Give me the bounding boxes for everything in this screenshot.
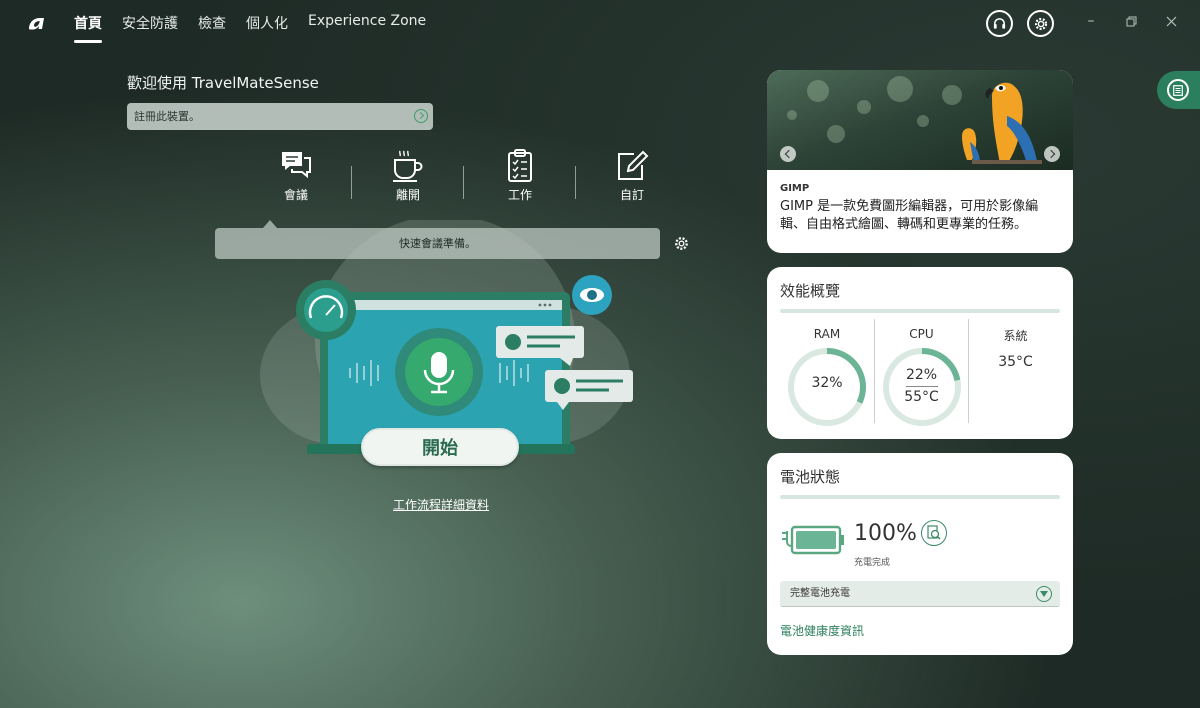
gimp-banner-image <box>767 70 1073 170</box>
parrot-illustration <box>962 82 1042 164</box>
window-controls: – <box>1084 14 1178 28</box>
gimp-promo-card: GIMP GIMP 是一款免費圖形編輯器，可用於影像編輯、自由格式繪圖、轉碼和更… <box>767 70 1073 253</box>
cpu-column: CPU 22% 55°C <box>874 319 968 426</box>
close-icon[interactable] <box>1164 14 1178 28</box>
ram-label: RAM <box>813 327 841 341</box>
register-device-bar[interactable]: 註冊此裝置。 <box>127 103 433 130</box>
app-logo <box>29 18 44 30</box>
performance-card: 效能概覽 RAM 32% CPU 22% 55°C 系統 35°C <box>767 267 1073 439</box>
coffee-cup-icon <box>393 150 423 182</box>
system-temp: 35°C <box>998 354 1033 370</box>
workflow-details-link[interactable]: 工作流程詳細資料 <box>393 496 489 513</box>
carousel-prev-button[interactable] <box>780 146 796 162</box>
start-button[interactable]: 開始 <box>361 428 519 466</box>
nav-personalize[interactable]: 個人化 <box>246 13 288 43</box>
mode-label: 離開 <box>395 188 420 202</box>
mode-selector: 會議 離開 工作 自訂 <box>240 148 688 203</box>
cpu-temp: 55°C <box>904 389 939 405</box>
minimize-icon[interactable]: – <box>1084 14 1098 28</box>
ram-column: RAM 32% <box>780 319 874 426</box>
top-actions <box>986 10 1054 37</box>
system-column: 系統 35°C <box>968 319 1062 423</box>
charge-mode-select[interactable]: 完整電池充電 <box>780 581 1060 607</box>
arrow-right-icon[interactable] <box>414 109 428 123</box>
battery-card: 電池狀態 100% 充電完成 完整電池充電 電池健康度資訊 <box>767 453 1073 655</box>
gear-icon[interactable] <box>1027 10 1054 37</box>
headset-icon[interactable] <box>986 10 1013 37</box>
nav-experience-zone[interactable]: Experience Zone <box>308 13 426 43</box>
main-nav: 首頁 安全防護 檢查 個人化 Experience Zone <box>74 13 426 43</box>
app-name: GIMP <box>780 183 810 194</box>
battery-health-link[interactable]: 電池健康度資訊 <box>780 622 1073 639</box>
settings-gear-icon[interactable] <box>674 236 689 251</box>
mode-label: 會議 <box>283 188 308 202</box>
mode-away[interactable]: 離開 <box>351 148 464 203</box>
ram-gauge: 32% <box>787 347 867 427</box>
side-panel-button[interactable] <box>1157 71 1200 109</box>
mode-label: 自訂 <box>619 188 644 202</box>
battery-title: 電池狀態 <box>780 468 841 486</box>
carousel-next-button[interactable] <box>1044 146 1060 162</box>
chat-bubbles-icon <box>282 152 311 179</box>
clipboard-checklist-icon <box>508 149 532 182</box>
system-label: 系統 <box>1003 329 1028 343</box>
quick-meeting-bar: 快速會議準備。 <box>215 220 660 259</box>
chevron-down-icon[interactable] <box>1036 586 1052 602</box>
ram-percent: 32% <box>811 375 843 391</box>
restore-icon[interactable] <box>1124 14 1138 28</box>
nav-home[interactable]: 首頁 <box>74 13 102 43</box>
performance-title: 效能概覽 <box>780 282 841 300</box>
battery-percent: 100% <box>854 521 917 546</box>
mode-work[interactable]: 工作 <box>463 148 576 203</box>
register-device-text: 註冊此裝置。 <box>134 110 200 123</box>
battery-report-icon[interactable] <box>921 520 947 546</box>
list-icon <box>1167 79 1189 101</box>
edit-pencil-icon <box>618 150 649 180</box>
mode-custom[interactable]: 自訂 <box>575 148 688 203</box>
quick-meeting-text: 快速會議準備。 <box>399 237 476 250</box>
mode-label: 工作 <box>507 188 532 202</box>
nav-check[interactable]: 檢查 <box>198 13 226 43</box>
app-description: GIMP 是一款免費圖形編輯器，可用於影像編輯、自由格式繪圖、轉碼和更專業的任務… <box>780 199 1039 232</box>
divider <box>780 309 1060 313</box>
cpu-label: CPU <box>909 327 934 341</box>
cpu-gauge: 22% 55°C <box>882 347 962 427</box>
mode-meeting[interactable]: 會議 <box>240 148 352 203</box>
battery-status: 充電完成 <box>854 558 891 568</box>
nav-security[interactable]: 安全防護 <box>122 13 178 43</box>
cpu-percent: 22% <box>905 367 938 383</box>
battery-charging-icon <box>782 525 844 555</box>
charge-mode-value: 完整電池充電 <box>790 588 850 599</box>
welcome-title: 歡迎使用 TravelMateSense <box>127 74 319 92</box>
